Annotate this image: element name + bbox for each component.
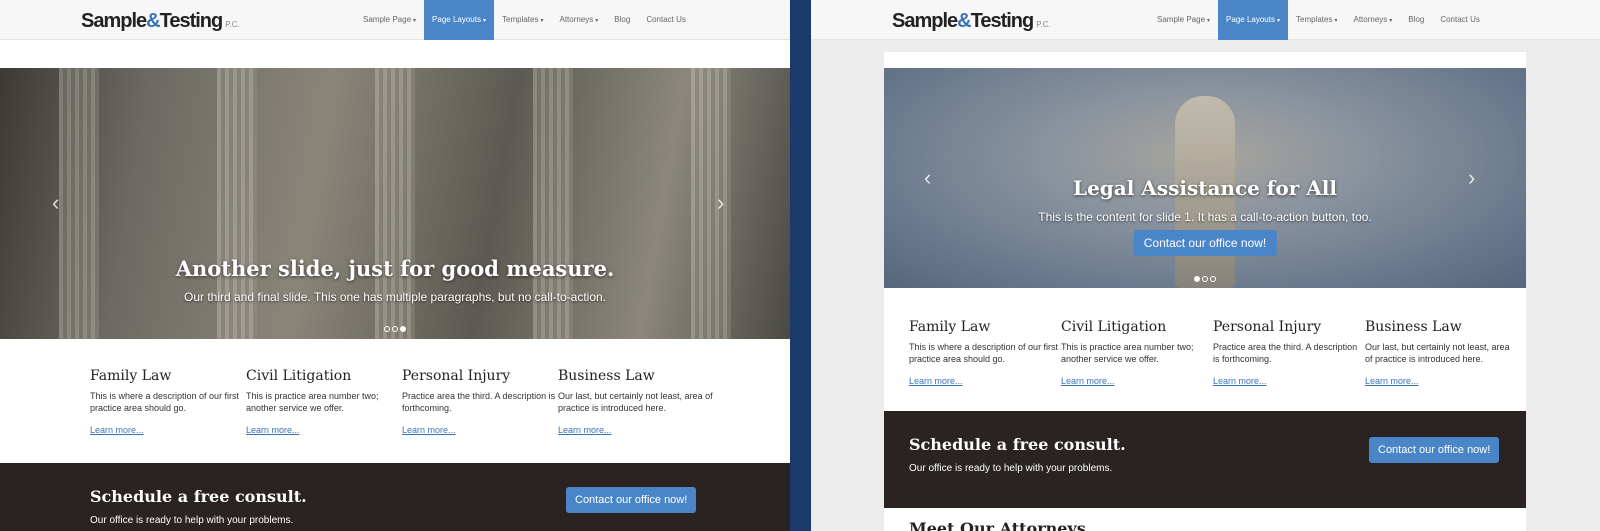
carousel-dot-active[interactable]: [1194, 276, 1200, 282]
caret-down-icon: ▾: [1276, 18, 1280, 24]
nav-item-blog[interactable]: Blog: [1400, 0, 1432, 40]
navbar: Sample&Testing P.C. Sample Page ▾ Page Lay…: [0, 0, 790, 40]
caret-down-icon: ▾: [1334, 18, 1338, 24]
practice-area-business-law: Business Law Our last, but certainly not…: [1365, 319, 1510, 386]
carousel-dot[interactable]: [392, 326, 398, 332]
contact-office-button[interactable]: Contact our office now!: [1369, 437, 1500, 463]
slide-text: This is the content for slide 1. It has …: [1038, 210, 1372, 224]
section-title-attorneys: Meet Our Attorneys: [909, 519, 1086, 531]
content-container-top: [884, 52, 1526, 68]
nav-item-templates[interactable]: Templates ▾: [1288, 0, 1345, 40]
carousel-dot-active[interactable]: [400, 326, 406, 332]
practice-area-family-law: Family Law This is where a description o…: [909, 319, 1059, 386]
practice-area-business-law: Business Law Our last, but certainly not…: [558, 368, 713, 435]
slide-text: Our third and final slide. This one has …: [183, 290, 606, 304]
carousel-dot[interactable]: [1210, 276, 1216, 282]
nav-item-blog[interactable]: Blog: [606, 0, 638, 40]
nav-item-attorneys[interactable]: Attorneys ▾: [1345, 0, 1400, 40]
brand-logo[interactable]: Sample&Testing P.C.: [892, 10, 1051, 33]
carousel-dot[interactable]: [384, 326, 390, 332]
caret-down-icon: ▾: [482, 18, 486, 24]
cta-text: Our office is ready to help with your pr…: [909, 463, 1113, 474]
nav-item-sample-page[interactable]: Sample Page ▾: [355, 0, 424, 40]
learn-more-link[interactable]: Learn more...: [1061, 376, 1115, 386]
nav-item-page-layouts[interactable]: Page Layouts ▾: [1218, 0, 1288, 40]
slide-title: Legal Assistance for All: [1073, 176, 1337, 200]
brand-logo[interactable]: Sample&Testing P.C.: [81, 10, 240, 33]
caret-down-icon: ▾: [1389, 18, 1393, 24]
practice-area-personal-injury: Personal Injury Practice area the third.…: [402, 368, 556, 435]
carousel-indicators: [1194, 276, 1216, 282]
chevron-right-icon[interactable]: ›: [717, 190, 724, 216]
nav-item-contact-us[interactable]: Contact Us: [1432, 0, 1488, 40]
practice-area-family-law: Family Law This is where a description o…: [90, 368, 240, 435]
navbar: Sample&Testing P.C. Sample Page ▾ Page Lay…: [811, 0, 1600, 40]
cta-text: Our office is ready to help with your pr…: [90, 515, 294, 526]
slide-cta-button[interactable]: Contact our office now!: [1133, 230, 1277, 256]
caret-down-icon: ▾: [540, 18, 544, 24]
practice-area-civil-litigation: Civil Litigation This is practice area n…: [246, 368, 379, 435]
nav-item-templates[interactable]: Templates ▾: [494, 0, 551, 40]
left-screenshot-panel: Sample&Testing P.C. Sample Page ▾ Page Lay…: [0, 0, 790, 531]
learn-more-link[interactable]: Learn more...: [909, 376, 963, 386]
chevron-left-icon[interactable]: ‹: [52, 190, 59, 216]
practice-areas: Family Law This is where a description o…: [90, 368, 714, 438]
caret-down-icon: ▾: [413, 18, 417, 24]
nav-item-page-layouts[interactable]: Page Layouts ▾: [424, 0, 494, 40]
cta-band: Schedule a free consult. Our office is r…: [0, 463, 790, 531]
carousel-dot[interactable]: [1202, 276, 1208, 282]
nav-item-attorneys[interactable]: Attorneys ▾: [551, 0, 606, 40]
cta-title: Schedule a free consult.: [90, 487, 307, 506]
learn-more-link[interactable]: Learn more...: [246, 425, 300, 435]
cta-title: Schedule a free consult.: [909, 435, 1126, 454]
nav-item-contact-us[interactable]: Contact Us: [638, 0, 694, 40]
learn-more-link[interactable]: Learn more...: [1213, 376, 1267, 386]
contact-office-button[interactable]: Contact our office now!: [566, 487, 697, 513]
main-nav: Sample Page ▾ Page Layouts ▾ Templates ▾ At…: [355, 0, 694, 40]
practice-area-civil-litigation: Civil Litigation This is practice area n…: [1061, 319, 1194, 386]
right-screenshot-panel: Sample&Testing P.C. Sample Page ▾ Page Lay…: [811, 0, 1600, 531]
learn-more-link[interactable]: Learn more...: [558, 425, 612, 435]
nav-item-sample-page[interactable]: Sample Page ▾: [1149, 0, 1218, 40]
practice-areas: Family Law This is where a description o…: [909, 319, 1517, 389]
hero-carousel: ‹ › Another slide, just for good measure…: [0, 68, 790, 339]
cta-band: Schedule a free consult. Our office is r…: [884, 411, 1526, 508]
learn-more-link[interactable]: Learn more...: [1365, 376, 1419, 386]
slide-title: Another slide, just for good measure.: [175, 256, 615, 281]
learn-more-link[interactable]: Learn more...: [402, 425, 456, 435]
caret-down-icon: ▾: [1207, 18, 1211, 24]
main-nav: Sample Page ▾ Page Layouts ▾ Templates ▾ At…: [1149, 0, 1488, 40]
carousel-indicators: [384, 326, 406, 332]
hero-carousel: ‹ › Legal Assistance for All This is the…: [884, 68, 1526, 288]
learn-more-link[interactable]: Learn more...: [90, 425, 144, 435]
practice-area-personal-injury: Personal Injury Practice area the third.…: [1213, 319, 1358, 386]
caret-down-icon: ▾: [595, 18, 599, 24]
